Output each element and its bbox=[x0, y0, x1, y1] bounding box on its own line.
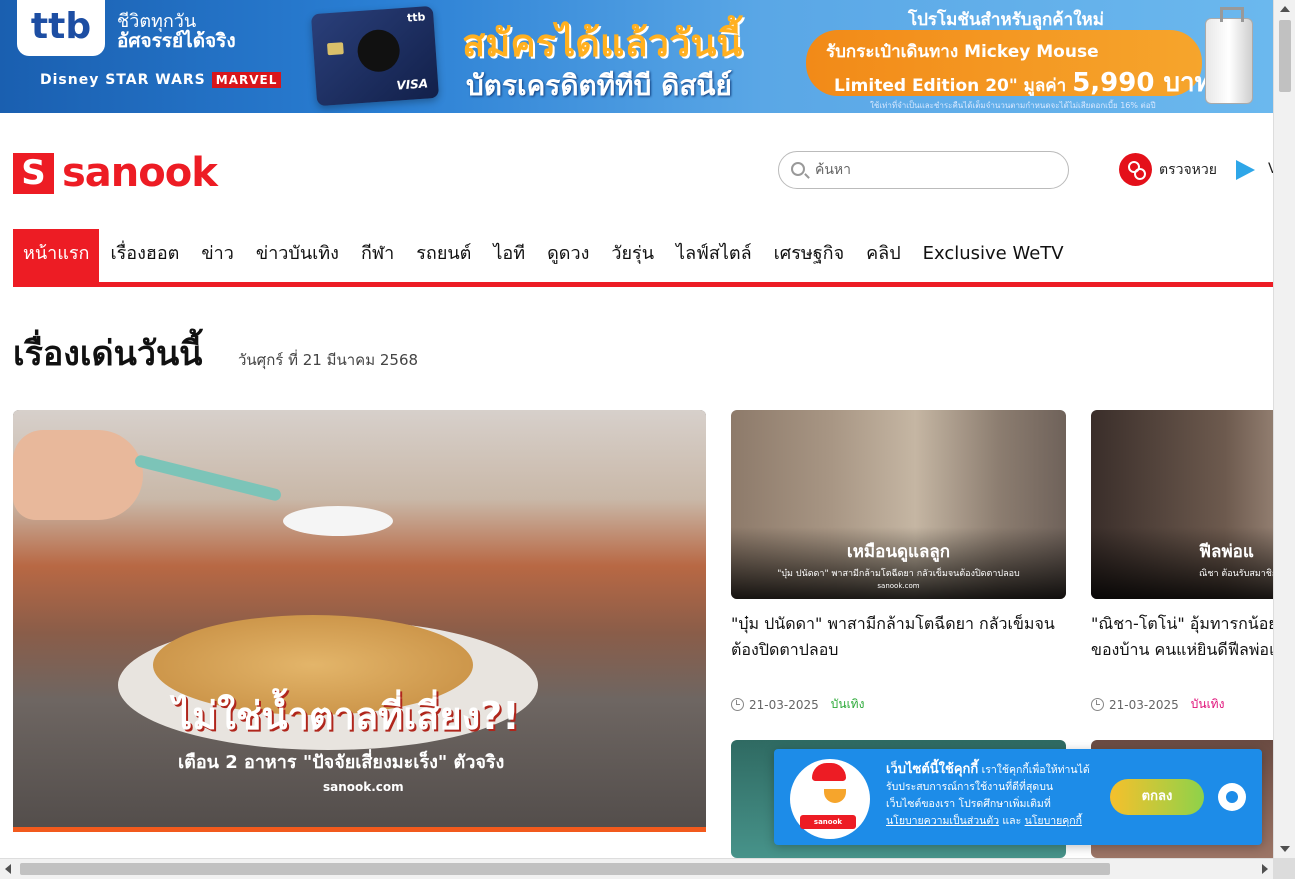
page-viewport: ttb ชีวิตทุกวัน อัศจรรย์ได้จริง Disney S… bbox=[0, 0, 1273, 858]
sanook-logo-mark: S bbox=[13, 152, 54, 194]
scroll-up-icon[interactable] bbox=[1280, 6, 1290, 12]
article-card[interactable]: ฟีลพ่อแ ณิชา ต้อนรับสมาชิก "ณิชา-โตโน่" … bbox=[1091, 410, 1273, 712]
ad-subhead: บัตรเครดิตทีทีบี ดิสนีย์ bbox=[466, 69, 732, 102]
nav-item-home[interactable]: หน้าแรก bbox=[13, 229, 100, 282]
nav-item-auto[interactable]: รถยนต์ bbox=[405, 229, 482, 282]
article-title-line-1[interactable]: "ณิชา-โตโน่" อุ้มทารกน้อย bbox=[1091, 611, 1273, 637]
ad-promo-line-1: รับกระเป๋าเดินทาง Mickey Mouse bbox=[826, 42, 1099, 62]
mascot-beak bbox=[824, 789, 846, 803]
horizontal-scrollbar[interactable] bbox=[0, 858, 1273, 879]
mascot-hat bbox=[812, 763, 846, 781]
cookie-and: และ bbox=[999, 815, 1025, 827]
hero-subtitle: เตือน 2 อาหาร "ปัจจัยเสี่ยงมะเร็ง" ตัวจร… bbox=[178, 752, 505, 773]
scroll-right-icon[interactable] bbox=[1262, 864, 1268, 874]
play-icon[interactable] bbox=[1236, 160, 1255, 180]
suitcase-icon bbox=[1205, 7, 1253, 104]
mascot-tag: sanook bbox=[800, 815, 856, 829]
ad-banner[interactable]: ttb ชีวิตทุกวัน อัศจรรย์ได้จริง Disney S… bbox=[0, 0, 1273, 113]
cookie-accept-button[interactable]: ตกลง bbox=[1110, 779, 1204, 815]
thumbnail-brand: sanook.com bbox=[877, 582, 920, 590]
hero-article[interactable]: ไม่ใช่น้ำตาลที่เสี่ยง?! เตือน 2 อาหาร "ป… bbox=[13, 410, 706, 856]
article-card[interactable]: เหมือนดูแลลูก "บุ๋ม ปนัดดา" พาสามีกล้ามโ… bbox=[731, 410, 1066, 712]
sugar-image bbox=[283, 506, 393, 536]
article-date: 21-03-2025 bbox=[749, 697, 819, 712]
credit-card-image: ttb VISA bbox=[310, 5, 440, 107]
article-category[interactable]: บันเทิง bbox=[1191, 695, 1225, 714]
sanook-logo-text: sanook bbox=[62, 150, 218, 196]
article-category[interactable]: บันเทิง bbox=[831, 695, 865, 714]
nav-item-lifestyle[interactable]: ไลฟ์สไตล์ bbox=[665, 229, 763, 282]
cookie-policy-link[interactable]: นโยบายคุกกี้ bbox=[1025, 815, 1082, 827]
nav-item-news[interactable]: ข่าว bbox=[190, 229, 245, 282]
section-title: เรื่องเด่นวันนี้ bbox=[13, 334, 203, 374]
lotto-check-link[interactable]: ตรวจหวย bbox=[1119, 153, 1217, 186]
article-meta: 21-03-2025 บันเทิง bbox=[731, 695, 864, 714]
marvel-logo: MARVEL bbox=[211, 72, 282, 88]
vertical-scroll-thumb[interactable] bbox=[1279, 20, 1291, 92]
section-date: วันศุกร์ ที่ 21 มีนาคม 2568 bbox=[238, 351, 419, 369]
thumbnail-headline: ฟีลพ่อแ bbox=[1199, 542, 1254, 562]
nav-item-horoscope[interactable]: ดูดวง bbox=[536, 229, 600, 282]
ad-promo-line-2: Limited Edition 20" มูลค่า 5,990 บาท bbox=[834, 62, 1212, 103]
thumbnail-headline: เหมือนดูแลลูก bbox=[846, 542, 951, 562]
scroll-down-icon[interactable] bbox=[1280, 846, 1290, 852]
nav-item-clip[interactable]: คลิป bbox=[855, 229, 912, 282]
lotto-label: ตรวจหวย bbox=[1159, 161, 1217, 178]
ad-fine-print: ใช้เท่าที่จำเป็นและชำระคืนได้เต็มจำนวนตา… bbox=[870, 101, 1156, 110]
ad-promo-title: โปรโมชันสำหรับลูกค้าใหม่ bbox=[908, 10, 1104, 30]
thumbnail-caption: ณิชา ต้อนรับสมาชิก bbox=[1199, 569, 1273, 579]
ttb-logo: ttb bbox=[17, 0, 105, 56]
mascot-icon: sanook bbox=[790, 759, 870, 839]
hero-caption-area bbox=[13, 832, 706, 856]
article-title-line-1[interactable]: "บุ๋ม ปนัดดา" พาสามีกล้ามโตฉีดยา กลัวเข็… bbox=[731, 611, 1066, 637]
lotto-icon bbox=[1119, 153, 1152, 186]
article-meta: 21-03-2025 บันเทิง bbox=[1091, 695, 1224, 714]
cookie-heading: เว็บไซต์นี้ใช้คุกกี้ bbox=[886, 762, 979, 777]
nav-item-entertainment[interactable]: ข่าวบันเทิง bbox=[245, 229, 350, 282]
article-title-line-2[interactable]: ของบ้าน คนแห่ยินดีฟีลพ่อแ bbox=[1091, 637, 1273, 663]
disney-starwars-logo: Disney STAR WARS bbox=[40, 72, 206, 88]
nav-item-wetv[interactable]: Exclusive WeTV bbox=[912, 229, 1075, 282]
card-brand: ttb bbox=[406, 10, 426, 25]
nav-item-sport[interactable]: กีฬา bbox=[350, 229, 405, 282]
privacy-policy-link[interactable]: นโยบายความเป็นส่วนตัว bbox=[886, 815, 999, 827]
sanook-logo[interactable]: S sanook bbox=[13, 150, 218, 196]
ad-tagline-2: อัศจรรย์ได้จริง bbox=[117, 30, 236, 52]
mickey-icon bbox=[356, 28, 402, 74]
article-title-line-2[interactable]: ต้องปิดตาปลอบ bbox=[731, 637, 1066, 663]
nav-item-it[interactable]: ไอที bbox=[482, 229, 536, 282]
hand-image bbox=[13, 430, 143, 520]
thumbnail-caption: "บุ๋ม ปนัดดา" พาสามีกล้ามโตฉีดยา กลัวเข็… bbox=[777, 569, 1020, 579]
scrollbar-corner bbox=[1273, 858, 1295, 879]
main-nav: หน้าแรก เรื่องฮอต ข่าว ข่าวบันเทิง กีฬา … bbox=[13, 229, 1273, 287]
article-thumbnail[interactable]: ฟีลพ่อแ ณิชา ต้อนรับสมาชิก bbox=[1091, 410, 1273, 599]
cookie-text: เว็บไซต์นี้ใช้คุกกี้ เราใช้คุกกี้เพื่อให… bbox=[886, 761, 1100, 830]
cookie-text-3: เว็บไซต์ของเรา โปรดศึกษาเพิ่มเติมที่ bbox=[886, 798, 1051, 810]
horizontal-scroll-thumb[interactable] bbox=[20, 863, 1110, 875]
article-date: 21-03-2025 bbox=[1109, 697, 1179, 712]
search-box[interactable] bbox=[778, 151, 1069, 189]
nav-item-hot[interactable]: เรื่องฮอต bbox=[99, 229, 190, 282]
scroll-left-icon[interactable] bbox=[5, 864, 11, 874]
search-input[interactable] bbox=[815, 158, 1055, 182]
ad-promo-line-2-text: Limited Edition 20" มูลค่า bbox=[834, 76, 1067, 96]
ad-promo-price: 5,990 บาท bbox=[1072, 68, 1212, 98]
cookie-text-1: เราใช้คุกกี้เพื่อให้ท่านได้ bbox=[978, 764, 1090, 776]
article-thumbnail[interactable]: เหมือนดูแลลูก "บุ๋ม ปนัดดา" พาสามีกล้ามโ… bbox=[731, 410, 1066, 599]
nav-item-teen[interactable]: วัยรุ่น bbox=[600, 229, 665, 282]
search-icon bbox=[791, 162, 805, 176]
cookie-consent-banner: sanook เว็บไซต์นี้ใช้คุกกี้ เราใช้คุกกี้… bbox=[774, 749, 1262, 845]
hero-title: ไม่ใช่น้ำตาลที่เสี่ยง?! bbox=[173, 694, 520, 738]
clock-icon bbox=[1091, 698, 1104, 711]
clock-icon bbox=[731, 698, 744, 711]
visa-logo: VISA bbox=[395, 76, 429, 93]
hero-brand: sanook.com bbox=[323, 780, 404, 794]
nav-item-economy[interactable]: เศรษฐกิจ bbox=[763, 229, 856, 282]
card-chip-icon bbox=[326, 42, 344, 56]
ad-brand-logos: Disney STAR WARS MARVEL bbox=[40, 72, 282, 88]
gear-icon[interactable] bbox=[1218, 783, 1246, 811]
vertical-scrollbar[interactable] bbox=[1273, 0, 1295, 858]
cookie-text-2: รับประสบการณ์การใช้งานที่ดีที่สุดบน bbox=[886, 781, 1054, 793]
